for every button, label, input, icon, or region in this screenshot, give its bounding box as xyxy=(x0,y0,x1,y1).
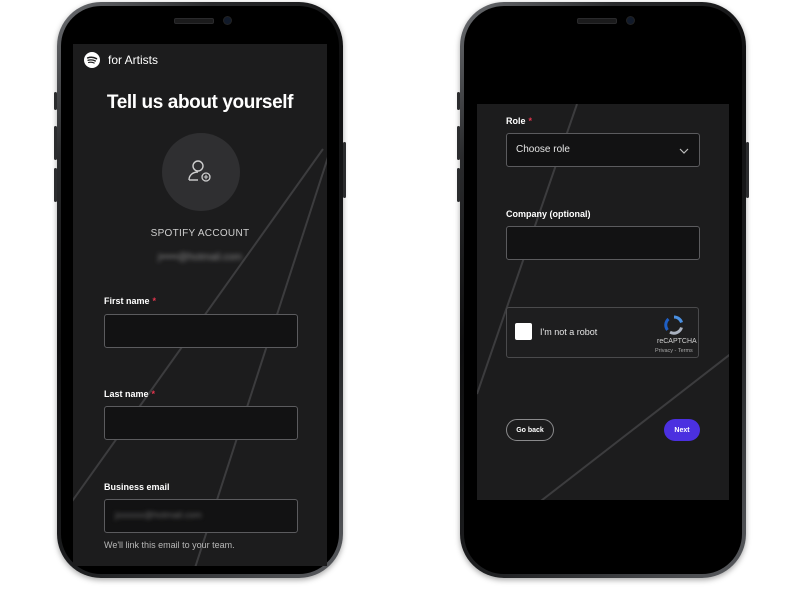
screen-right: Role * Choose role Company (optional) I'm… xyxy=(477,104,729,500)
brand-text: for Artists xyxy=(108,53,159,67)
business-email-label: Business email xyxy=(104,482,170,492)
account-label: SPOTIFY ACCOUNT xyxy=(150,228,250,239)
go-back-button[interactable]: Go back xyxy=(506,419,554,441)
volume-down-button xyxy=(54,168,57,202)
business-email-helper: We'll link this email to your team. xyxy=(104,540,235,550)
last-name-label: Last name * xyxy=(104,389,156,399)
recaptcha-links[interactable]: Privacy - Terms xyxy=(655,348,693,354)
company-label: Company (optional) xyxy=(506,209,591,219)
go-back-label: Go back xyxy=(516,426,544,434)
company-input[interactable] xyxy=(506,226,700,260)
page-title: Tell us about yourself xyxy=(106,92,294,113)
recaptcha-checkbox[interactable] xyxy=(515,323,532,340)
phone-left: for Artists Tell us about yourself SPOTI… xyxy=(54,2,346,578)
recaptcha-logo-icon xyxy=(664,315,684,335)
side-button xyxy=(457,92,460,110)
next-button[interactable]: Next xyxy=(664,419,700,441)
user-add-icon xyxy=(188,160,211,182)
first-name-input[interactable] xyxy=(104,314,298,348)
avatar[interactable] xyxy=(162,133,240,211)
last-name-input[interactable] xyxy=(104,406,298,440)
app-header: for Artists xyxy=(84,51,158,69)
role-select-value: Choose role xyxy=(516,144,570,155)
recaptcha-brand: reCAPTCHA xyxy=(657,338,697,345)
account-email: j•••••@hotmail.com xyxy=(158,252,242,263)
power-button xyxy=(343,142,346,198)
speaker-grille xyxy=(577,18,617,24)
recaptcha-widget: I'm not a robot reCAPTCHA Privacy - Term… xyxy=(506,307,699,358)
speaker-grille xyxy=(174,18,214,24)
volume-up-button xyxy=(54,126,57,160)
first-name-label: First name * xyxy=(104,296,157,306)
role-select[interactable]: Choose role xyxy=(506,133,700,167)
role-label: Role * xyxy=(506,116,533,126)
front-camera xyxy=(627,17,634,24)
front-camera xyxy=(224,17,231,24)
business-email-placeholder: jxxxxxx@hotmail.com xyxy=(115,510,202,520)
recaptcha-label: I'm not a robot xyxy=(540,327,598,337)
volume-up-button xyxy=(457,126,460,160)
next-label: Next xyxy=(674,426,690,434)
spotify-logo-icon[interactable] xyxy=(84,52,100,68)
power-button xyxy=(746,142,749,198)
volume-down-button xyxy=(457,168,460,202)
chevron-down-icon xyxy=(679,148,689,154)
side-button xyxy=(54,92,57,110)
business-email-input[interactable]: jxxxxxx@hotmail.com xyxy=(104,499,298,533)
phone-right: Role * Choose role Company (optional) I'm… xyxy=(457,2,749,578)
screen-left: for Artists Tell us about yourself SPOTI… xyxy=(73,44,327,566)
